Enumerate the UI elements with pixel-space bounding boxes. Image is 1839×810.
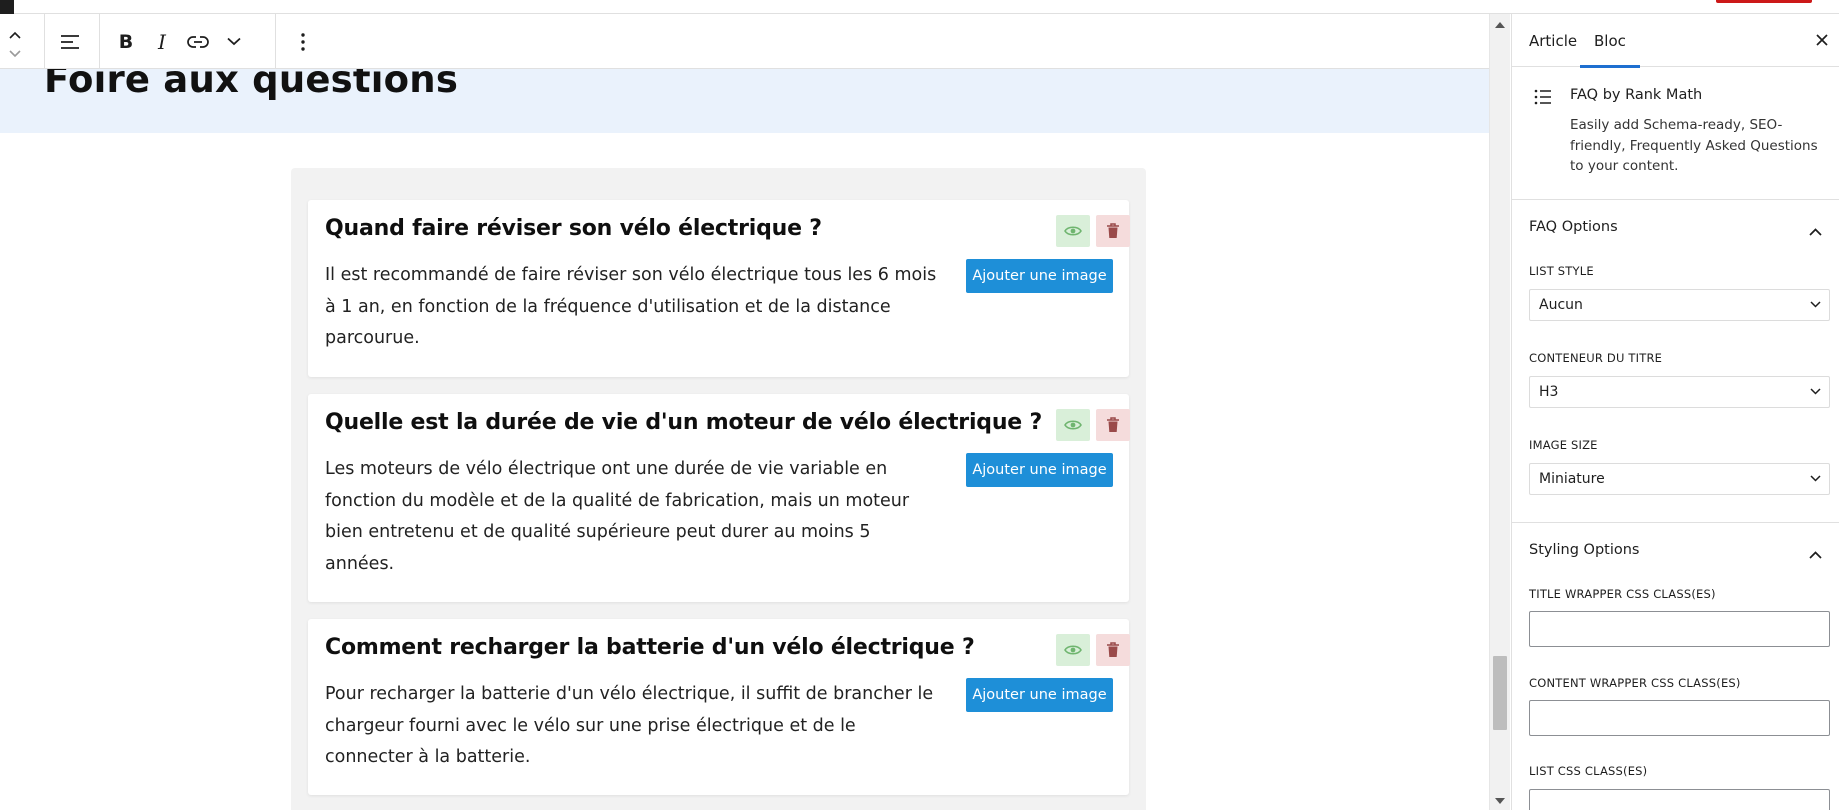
settings-sidebar: Article Bloc FAQ by Rank Math Easily add… [1511, 14, 1839, 810]
editor-canvas: Foire aux questions B I Quand faire révi… [0, 14, 1489, 810]
vertical-ellipsis-icon [301, 32, 305, 51]
image-size-select[interactable]: Miniature [1529, 463, 1830, 495]
content-wrapper-css-input[interactable] [1529, 700, 1830, 736]
faq-answer[interactable]: Les moteurs de vélo électrique ont une d… [325, 454, 940, 580]
bold-button[interactable]: B [108, 24, 144, 60]
list-icon [1534, 89, 1552, 109]
close-icon [1816, 34, 1828, 46]
select-value: Miniature [1539, 471, 1605, 487]
italic-button[interactable]: I [144, 24, 180, 60]
panel-title: Styling Options [1529, 542, 1640, 558]
chevron-down-icon [9, 50, 21, 58]
visibility-toggle[interactable] [1056, 634, 1090, 666]
add-image-button[interactable]: Ajouter une image [966, 678, 1113, 712]
align-left-icon [61, 34, 79, 49]
link-button[interactable] [180, 24, 216, 60]
tab-bloc[interactable]: Bloc [1580, 14, 1640, 68]
options-group [285, 14, 321, 69]
chevron-up-icon [1809, 544, 1822, 563]
faq-answer[interactable]: Il est recommandé de faire réviser son v… [325, 260, 940, 355]
close-sidebar-button[interactable] [1811, 29, 1833, 51]
eye-icon [1064, 226, 1082, 236]
editor-window: Foire aux questions B I Quand faire révi… [0, 0, 1839, 810]
align-button[interactable] [52, 24, 88, 60]
faq-question[interactable]: Comment recharger la batterie d'un vélo … [325, 635, 975, 660]
select-value: H3 [1539, 384, 1559, 400]
chevron-down-icon [1810, 301, 1821, 308]
chevron-down-icon [1810, 475, 1821, 482]
trash-icon [1107, 642, 1119, 657]
toolbar-separator [44, 14, 45, 69]
scroll-down-arrow[interactable] [1495, 798, 1505, 804]
chevron-up-icon [9, 31, 21, 39]
editor-scrollbar[interactable] [1489, 14, 1510, 810]
block-card: FAQ by Rank Math Easily add Schema-ready… [1512, 67, 1839, 200]
select-value: Aucun [1539, 297, 1583, 313]
block-toolbar: B I [0, 14, 1489, 69]
toolbar-separator [275, 14, 276, 69]
panel-title: FAQ Options [1529, 219, 1618, 235]
faq-item[interactable]: Comment recharger la batterie d'un vélo … [308, 619, 1130, 795]
delete-item-button[interactable] [1096, 215, 1130, 247]
eye-icon [1064, 645, 1082, 655]
list-style-label: LIST STYLE [1529, 264, 1594, 278]
block-options-button[interactable] [285, 24, 321, 60]
tab-article[interactable]: Article [1529, 14, 1577, 67]
eye-icon [1064, 420, 1082, 430]
add-image-button[interactable]: Ajouter une image [966, 453, 1113, 487]
link-icon [187, 35, 209, 48]
visibility-toggle[interactable] [1056, 409, 1090, 441]
faq-options-panel-toggle[interactable]: FAQ Options [1512, 200, 1839, 256]
faq-item[interactable]: Quand faire réviser son vélo électrique … [308, 200, 1130, 377]
block-mover [0, 14, 38, 69]
list-css-input[interactable] [1529, 789, 1830, 810]
faq-answer[interactable]: Pour recharger la batterie d'un vélo éle… [325, 679, 940, 774]
scroll-thumb[interactable] [1493, 656, 1507, 730]
faq-item[interactable]: Quelle est la durée de vie d'un moteur d… [308, 394, 1130, 602]
align-group [52, 14, 88, 69]
title-wrapper-css-input[interactable] [1529, 611, 1830, 647]
content-wrapper-css-label: CONTENT WRAPPER CSS CLASS(ES) [1529, 676, 1741, 690]
chevron-up-icon [1809, 221, 1822, 240]
admin-corner [0, 0, 14, 14]
format-group: B I [108, 14, 252, 69]
sidebar-tabs: Article Bloc [1512, 14, 1839, 68]
chevron-down-icon [227, 37, 241, 46]
scroll-up-arrow[interactable] [1495, 22, 1505, 28]
image-size-label: IMAGE SIZE [1529, 438, 1598, 452]
block-description: Easily add Schema-ready, SEO-friendly, F… [1570, 117, 1818, 174]
chevron-down-icon [1810, 388, 1821, 395]
title-wrapper-css-label: TITLE WRAPPER CSS CLASS(ES) [1529, 587, 1716, 601]
publish-indicator[interactable] [1716, 0, 1812, 3]
styling-options-panel-toggle[interactable]: Styling Options [1512, 523, 1839, 579]
trash-icon [1107, 417, 1119, 432]
faq-question[interactable]: Quand faire réviser son vélo électrique … [325, 216, 822, 241]
faq-block[interactable]: Quand faire réviser son vélo électrique … [291, 168, 1146, 810]
trash-icon [1107, 223, 1119, 238]
toolbar-separator [99, 14, 100, 69]
top-admin-strip [0, 0, 1839, 14]
delete-item-button[interactable] [1096, 634, 1130, 666]
add-image-button[interactable]: Ajouter une image [966, 259, 1113, 293]
list-style-select[interactable]: Aucun [1529, 289, 1830, 321]
move-down-button[interactable] [9, 43, 27, 58]
block-title: FAQ by Rank Math [1570, 87, 1703, 103]
visibility-toggle[interactable] [1056, 215, 1090, 247]
title-wrapper-select[interactable]: H3 [1529, 376, 1830, 408]
delete-item-button[interactable] [1096, 409, 1130, 441]
move-up-button[interactable] [9, 24, 27, 39]
title-wrapper-label: CONTENEUR DU TITRE [1529, 351, 1663, 365]
list-css-label: LIST CSS CLASS(ES) [1529, 764, 1648, 778]
more-format-button[interactable] [216, 24, 252, 60]
faq-question[interactable]: Quelle est la durée de vie d'un moteur d… [325, 410, 1042, 435]
